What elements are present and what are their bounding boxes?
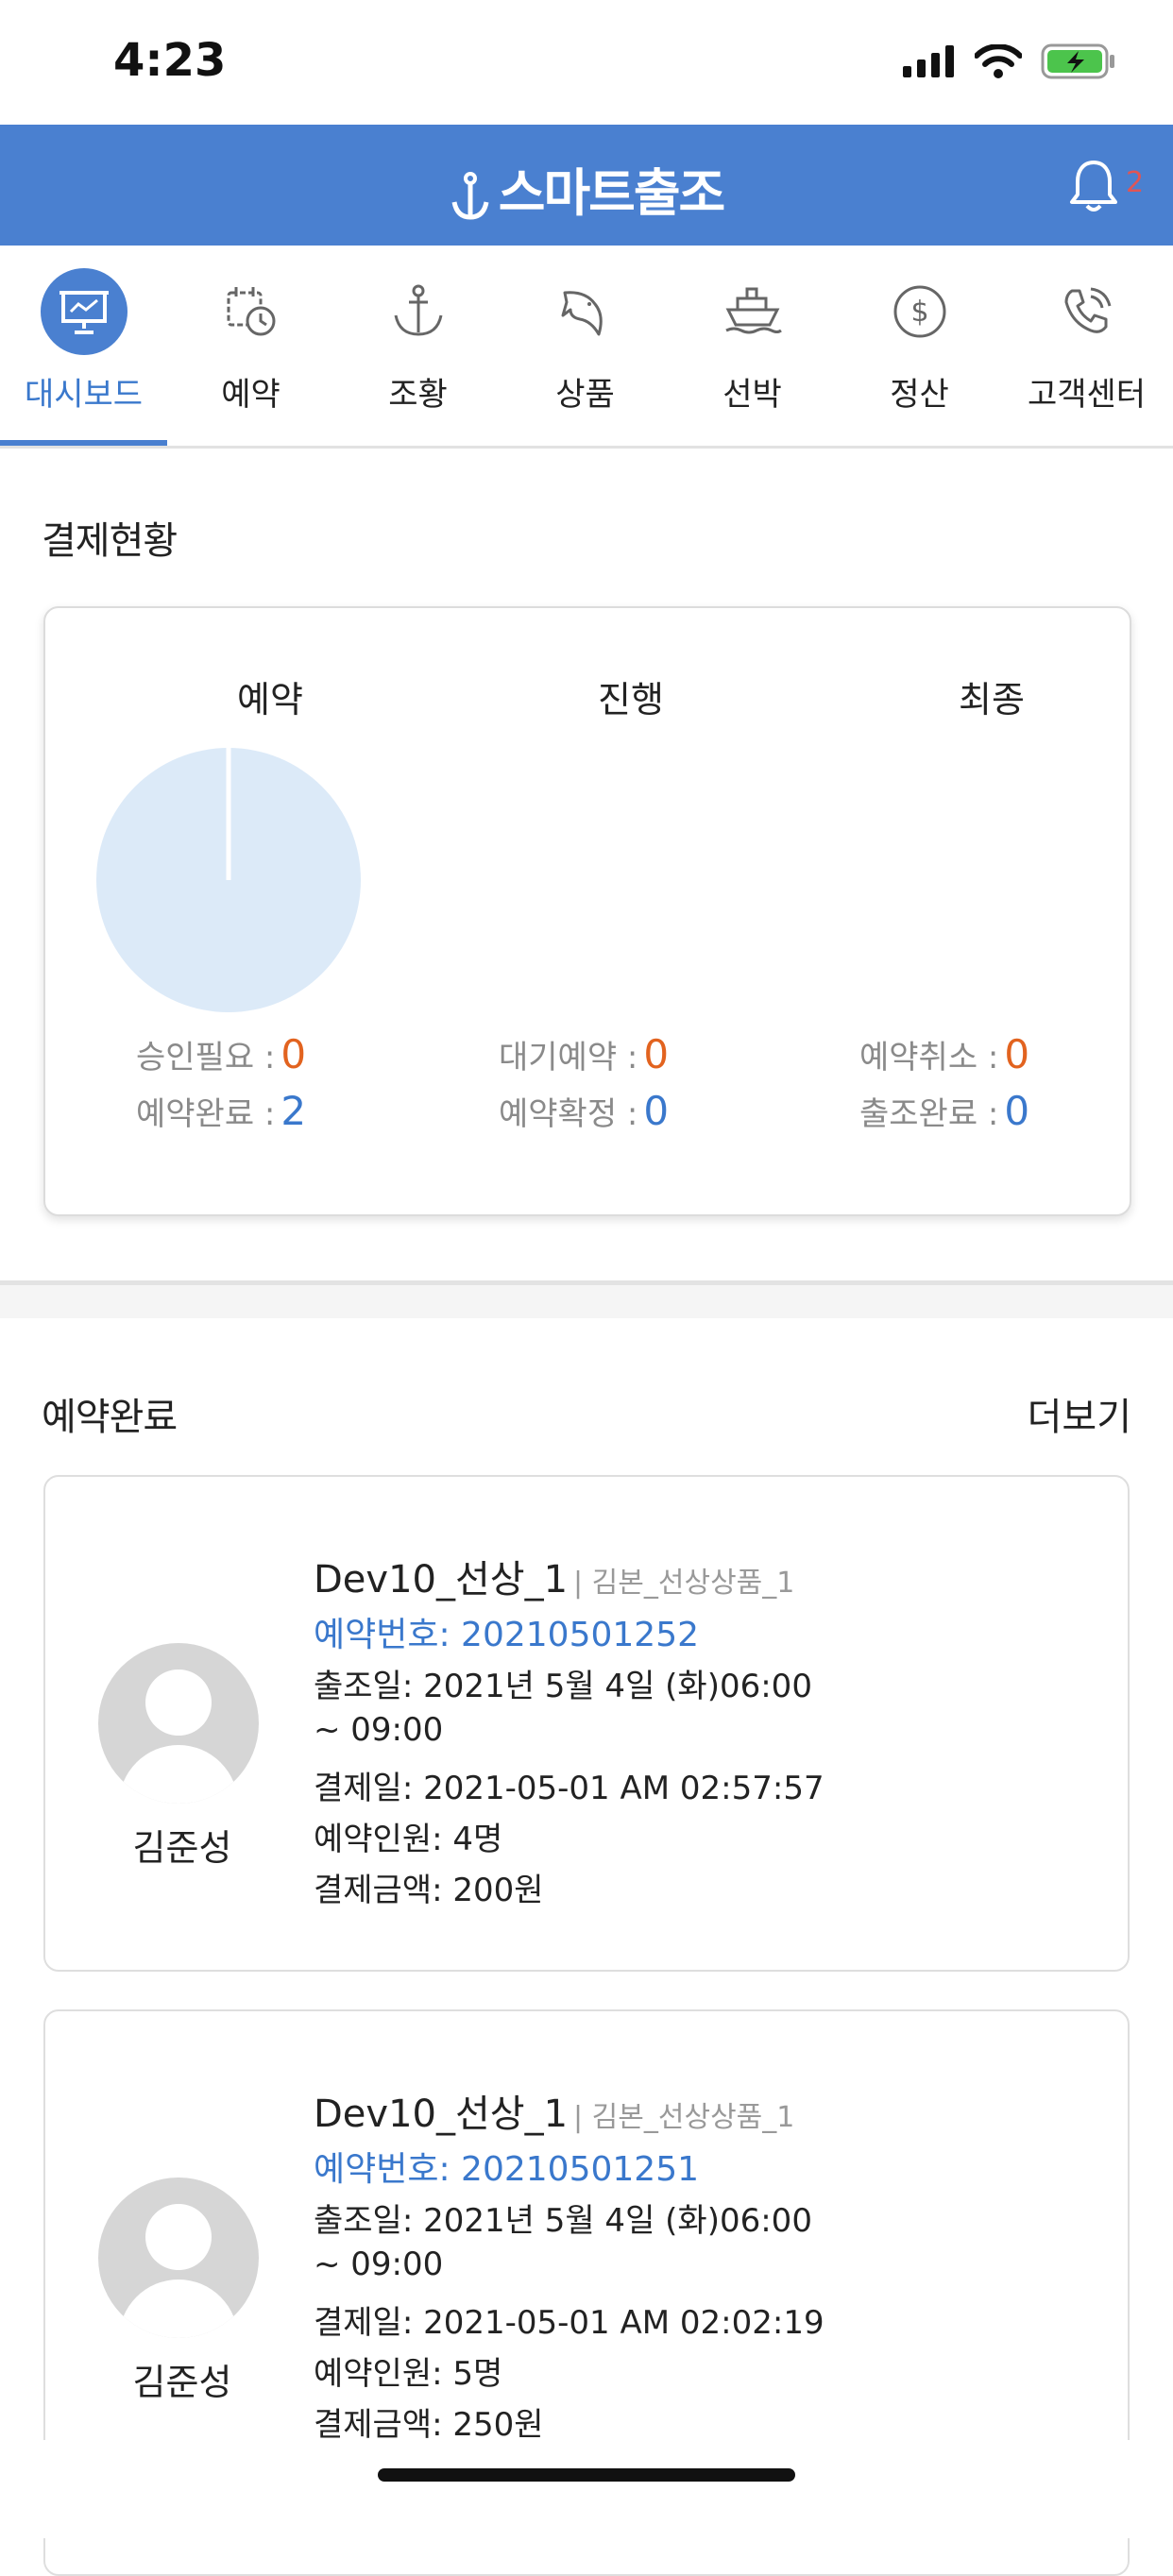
booking-number: 예약번호: 20210501251 <box>314 2150 699 2189</box>
payment-amount: 결제금액: 250원 <box>314 2406 544 2444</box>
booking-title: Dev10_선상_1 | 김본_선상상품_1 <box>314 1558 795 1602</box>
home-indicator[interactable] <box>378 2468 795 2482</box>
nav-products[interactable]: 상품 <box>502 246 669 446</box>
nav-label: 대시보드 <box>24 376 144 414</box>
status-icons <box>903 43 1116 79</box>
more-link[interactable]: 더보기 <box>1028 1386 1131 1441</box>
home-bar-area <box>0 2440 1173 2538</box>
stat-confirmed: 예약확정 :0 <box>499 1088 670 1134</box>
nav-label: 정산 <box>890 376 949 414</box>
booking-card[interactable]: 김준성 Dev10_선상_1 | 김본_선상상품_1 예약번호: 20210501… <box>43 1475 1130 1972</box>
phone-icon <box>1044 268 1130 355</box>
column-title-progress: 진행 <box>598 679 664 720</box>
section-divider <box>0 1280 1173 1318</box>
ship-icon <box>709 268 796 355</box>
anchor-logo-icon <box>451 172 489 220</box>
customer-name: 김준성 <box>132 2362 232 2403</box>
signal-icon <box>903 45 954 77</box>
stat-trip-complete: 출조완료 :0 <box>859 1088 1030 1134</box>
avatar <box>98 2178 259 2338</box>
nav-settlement[interactable]: $ 정산 <box>836 246 1003 446</box>
booking-title: Dev10_선상_1 | 김본_선상상품_1 <box>314 2093 795 2136</box>
stat-value: 0 <box>280 1031 307 1077</box>
nav-label: 상품 <box>555 376 615 414</box>
dollar-icon: $ <box>876 268 963 355</box>
stat-value: 0 <box>643 1088 670 1134</box>
stat-approval-needed: 승인필요 :0 <box>136 1031 307 1077</box>
payment-amount: 결제금액: 200원 <box>314 1872 544 1909</box>
avatar <box>98 1643 259 1804</box>
stat-waiting: 대기예약 :0 <box>499 1031 670 1077</box>
dashboard-icon <box>40 268 128 355</box>
trip-date: 출조일: 2021년 5월 4일 (화)06:00 <box>314 2202 812 2240</box>
stat-value: 0 <box>1004 1031 1030 1077</box>
payment-status-card: 예약 진행 최종 승인필요 :0 예약완료 :2 대기예약 :0 예약확정 :0… <box>43 606 1131 1216</box>
notification-count: 2 <box>1126 166 1145 199</box>
nav-label: 조황 <box>388 376 448 414</box>
nav-catch-report[interactable]: 조황 <box>334 246 502 446</box>
notification-bell-icon[interactable] <box>1065 157 1122 215</box>
people-count: 예약인원: 4명 <box>314 1821 503 1858</box>
booking-subtitle: | 김본_선상상품_1 <box>573 1567 795 1600</box>
nav-label: 고객센터 <box>1027 376 1147 414</box>
stat-cancelled: 예약취소 :0 <box>859 1031 1030 1077</box>
app-header: 스마트출조 2 <box>0 125 1173 246</box>
payment-date: 결제일: 2021-05-01 AM 02:02:19 <box>314 2304 824 2342</box>
nav-ships[interactable]: 선박 <box>669 246 836 446</box>
customer-name: 김준성 <box>132 1827 232 1869</box>
column-title-final: 최종 <box>959 679 1025 720</box>
nav-label: 선박 <box>722 376 782 414</box>
stat-value: 0 <box>1004 1088 1030 1134</box>
wifi-icon <box>975 44 1022 78</box>
people-count: 예약인원: 5명 <box>314 2355 503 2393</box>
nav-customer-center[interactable]: 고객센터 <box>1003 246 1170 446</box>
app-logo[interactable]: 스마트출조 <box>0 151 1173 226</box>
trip-time: ~ 09:00 <box>314 2246 444 2283</box>
status-time: 4:23 <box>113 34 227 87</box>
svg-text:$: $ <box>910 296 928 329</box>
nav-label: 예약 <box>221 376 280 414</box>
trip-date: 출조일: 2021년 5월 4일 (화)06:00 <box>314 1668 812 1705</box>
main-nav: 대시보드 예약 조황 상품 선박 $ 정산 고객센터 <box>0 246 1173 449</box>
stat-value: 2 <box>280 1088 307 1134</box>
column-title-reservation: 예약 <box>237 679 303 720</box>
trip-time: ~ 09:00 <box>314 1711 444 1749</box>
payment-status-title: 결제현황 <box>42 519 178 563</box>
app-logo-text: 스마트출조 <box>498 163 725 223</box>
nav-active-indicator <box>0 440 167 446</box>
reservation-pie-chart <box>96 748 361 1012</box>
nav-reservation[interactable]: 예약 <box>167 246 334 446</box>
payment-date: 결제일: 2021-05-01 AM 02:57:57 <box>314 1770 824 1807</box>
battery-charging-icon <box>1041 43 1114 79</box>
booking-number: 예약번호: 20210501252 <box>314 1616 699 1654</box>
stat-value: 0 <box>643 1031 670 1077</box>
stat-reservation-complete: 예약완료 :2 <box>136 1088 307 1134</box>
completed-title: 예약완료 <box>42 1396 178 1439</box>
calendar-clock-icon <box>208 268 295 355</box>
fish-icon <box>542 268 629 355</box>
anchor-icon <box>375 268 462 355</box>
nav-dashboard[interactable]: 대시보드 <box>0 246 167 446</box>
status-bar: 4:23 <box>0 0 1173 125</box>
booking-subtitle: | 김본_선상상품_1 <box>573 2101 795 2134</box>
